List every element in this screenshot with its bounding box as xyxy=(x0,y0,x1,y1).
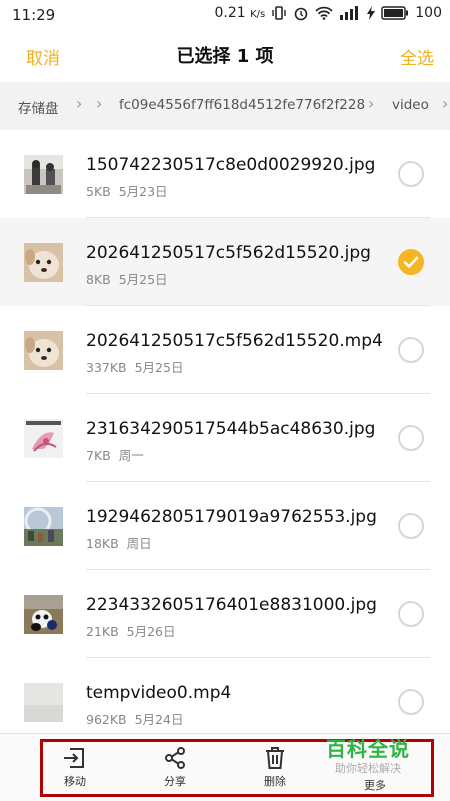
status-time: 11:29 xyxy=(12,6,56,24)
more-label: 更多 xyxy=(364,779,386,792)
file-meta: 21KB 5月26日 xyxy=(86,624,176,639)
chevron-right-icon: › xyxy=(368,94,375,113)
chevron-right-icon: › xyxy=(76,94,83,113)
watermark-title: 百科全说 xyxy=(326,737,410,761)
file-meta: 962KB 5月24日 xyxy=(86,712,184,727)
file-row[interactable]: 1929462805179019a9762553.jpg 18KB 周日 xyxy=(0,482,450,570)
file-name: 150742230517c8e0d0029920.jpg xyxy=(86,155,376,175)
share-button[interactable]: 分享 xyxy=(145,746,205,789)
move-icon xyxy=(64,748,84,768)
people-thumbnail xyxy=(24,155,63,194)
chevron-right-icon: › xyxy=(442,94,449,113)
file-row[interactable]: 150742230517c8e0d0029920.jpg 5KB 5月23日 xyxy=(0,130,450,218)
file-meta: 18KB 周日 xyxy=(86,536,152,551)
file-row[interactable]: 231634290517544b5ac48630.jpg 7KB 周一 xyxy=(0,394,450,482)
trash-icon xyxy=(266,747,284,769)
file-row[interactable]: 2234332605176401e8831000.jpg 21KB 5月26日 xyxy=(0,570,450,658)
crowd-thumbnail xyxy=(24,507,63,546)
move-button[interactable]: 移动 xyxy=(45,746,105,789)
wifi-icon xyxy=(315,6,333,20)
file-row[interactable]: 202641250517c5f562d15520.jpg 8KB 5月25日 xyxy=(0,218,450,306)
panda-thumbnail xyxy=(24,595,63,634)
checkmark-icon xyxy=(403,256,419,268)
more-button[interactable]: 更多 xyxy=(345,774,405,793)
battery-icon xyxy=(381,6,409,20)
dog-thumbnail xyxy=(24,331,63,370)
page-title: 已选择 1 项 xyxy=(176,46,274,67)
status-bar: 11:29 0.21 K/s 100 xyxy=(0,0,450,30)
charging-icon xyxy=(367,6,376,20)
select-checkbox[interactable] xyxy=(398,601,424,627)
status-icons: 0.21 K/s 100 xyxy=(215,5,443,21)
file-name: 202641250517c5f562d15520.mp4 xyxy=(86,331,383,351)
select-checkbox[interactable] xyxy=(398,689,424,715)
dog-thumbnail xyxy=(24,243,63,282)
file-name: 2234332605176401e8831000.jpg xyxy=(86,595,377,615)
file-meta: 8KB 5月25日 xyxy=(86,272,168,287)
share-icon xyxy=(165,747,185,769)
file-row[interactable]: 202641250517c5f562d15520.mp4 337KB 5月25日 xyxy=(0,306,450,394)
delete-button[interactable]: 删除 xyxy=(245,746,305,789)
breadcrumb-item-current[interactable]: video xyxy=(392,97,429,113)
file-name: 231634290517544b5ac48630.jpg xyxy=(86,419,376,439)
vibrate-icon xyxy=(271,5,287,21)
flower-thumbnail xyxy=(24,419,63,458)
breadcrumb-item-root[interactable]: 存储盘 xyxy=(18,97,59,117)
watermark-logo: 百科全说 助你轻松解决 xyxy=(318,733,418,776)
select-checkbox[interactable] xyxy=(398,513,424,539)
file-name: tempvideo0.mp4 xyxy=(86,683,232,703)
signal-icon xyxy=(339,6,361,20)
select-checkbox[interactable] xyxy=(398,425,424,451)
select-checkbox-checked[interactable] xyxy=(398,249,424,275)
selection-header: 取消 已选择 1 项 全选 xyxy=(0,30,450,82)
network-speed: 0.21 K/s xyxy=(214,5,266,21)
battery-level: 100 xyxy=(415,5,442,21)
file-meta: 5KB 5月23日 xyxy=(86,184,168,199)
file-meta: 337KB 5月25日 xyxy=(86,360,184,375)
file-meta: 7KB 周一 xyxy=(86,448,144,463)
select-checkbox[interactable] xyxy=(398,337,424,363)
file-name: 202641250517c5f562d15520.jpg xyxy=(86,243,371,263)
video-thumbnail xyxy=(24,683,63,722)
chevron-right-icon: › xyxy=(96,94,103,113)
breadcrumb-item-folder[interactable]: fc09e4556f7ff618d4512fe776f2f228 xyxy=(119,97,365,113)
move-label: 移动 xyxy=(64,775,86,788)
select-checkbox[interactable] xyxy=(398,161,424,187)
breadcrumb: 存储盘 › › fc09e4556f7ff618d4512fe776f2f228… xyxy=(0,82,450,130)
alarm-icon xyxy=(293,5,309,21)
watermark-subtitle: 助你轻松解决 xyxy=(335,762,401,775)
file-name: 1929462805179019a9762553.jpg xyxy=(86,507,377,527)
delete-label: 删除 xyxy=(264,775,286,788)
select-all-button[interactable]: 全选 xyxy=(400,44,434,69)
share-label: 分享 xyxy=(164,775,186,788)
